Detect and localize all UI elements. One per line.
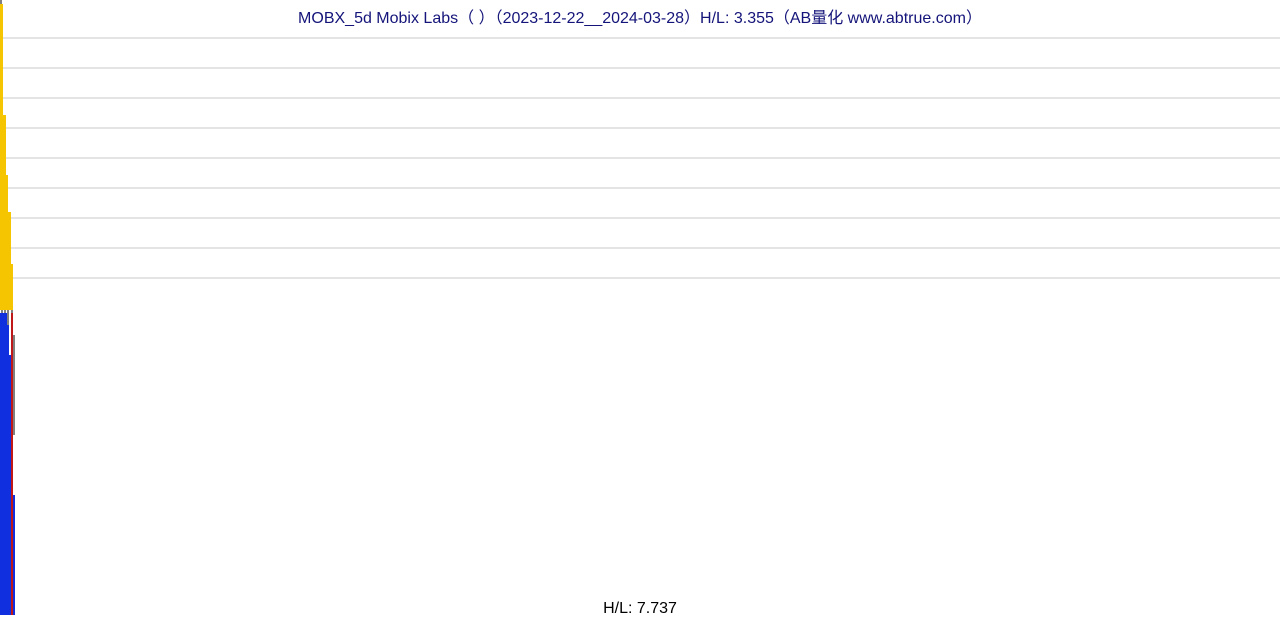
upper-panel [0, 0, 1280, 310]
chart-container: MOBX_5d Mobix Labs（ ）（2023-12-22__2024-0… [0, 0, 1280, 620]
lower-panel [0, 310, 1280, 615]
chart-subtitle: H/L: 7.737 [0, 600, 1280, 618]
